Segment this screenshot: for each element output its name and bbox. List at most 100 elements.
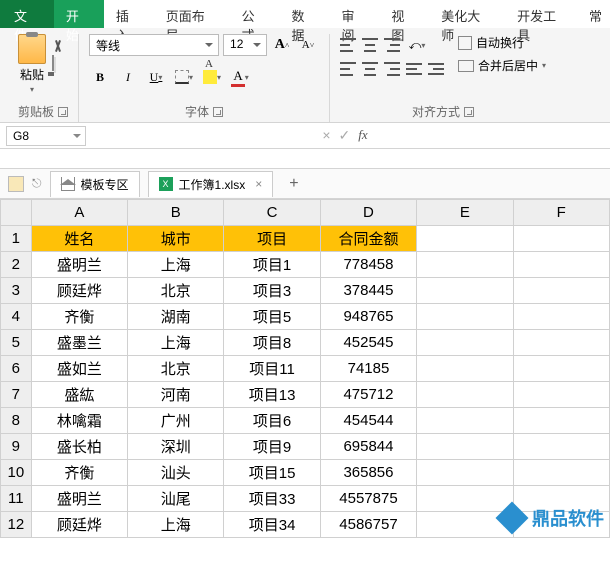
font-size-select[interactable]: 12 — [223, 34, 267, 56]
font-name-select[interactable]: 等线 — [89, 34, 219, 56]
cell[interactable]: 项目3 — [224, 278, 320, 304]
formula-input[interactable] — [376, 134, 610, 138]
cell[interactable]: 上海 — [128, 512, 224, 538]
cell[interactable] — [513, 252, 609, 278]
cell[interactable]: 盛墨兰 — [31, 330, 127, 356]
cell[interactable]: 项目6 — [224, 408, 320, 434]
font-color-icon[interactable]: A▾ — [229, 66, 251, 88]
cell[interactable]: 深圳 — [128, 434, 224, 460]
cell[interactable] — [513, 304, 609, 330]
tab-overflow[interactable]: 常 — [581, 0, 610, 28]
wrap-text-button[interactable]: 自动换行 — [458, 34, 546, 51]
cell[interactable]: 452545 — [320, 330, 416, 356]
cell[interactable]: 湖南 — [128, 304, 224, 330]
shrink-font-icon[interactable]: A˅ — [297, 34, 319, 56]
border-icon[interactable]: ▾ — [173, 66, 195, 88]
cell[interactable]: 盛如兰 — [31, 356, 127, 382]
row-header[interactable]: 3 — [1, 278, 32, 304]
col-header[interactable]: D — [320, 200, 416, 226]
valign-top-icon[interactable] — [340, 38, 356, 52]
col-header[interactable]: B — [128, 200, 224, 226]
tab-dev[interactable]: 开发工具 — [505, 0, 581, 28]
valign-middle-icon[interactable] — [362, 38, 378, 52]
cell[interactable]: 项目15 — [224, 460, 320, 486]
cell[interactable] — [417, 460, 513, 486]
cell[interactable]: 778458 — [320, 252, 416, 278]
cell[interactable]: 合同金额 — [320, 226, 416, 252]
tab-insert[interactable]: 插入 — [104, 0, 154, 28]
fill-color-icon[interactable]: ▾ — [201, 66, 223, 88]
col-header[interactable]: C — [224, 200, 320, 226]
cell[interactable] — [417, 512, 513, 538]
col-header[interactable]: A — [31, 200, 127, 226]
cell[interactable] — [417, 278, 513, 304]
cell[interactable] — [513, 408, 609, 434]
row-header[interactable]: 5 — [1, 330, 32, 356]
tab-formula[interactable]: 公式 — [230, 0, 280, 28]
cell[interactable] — [513, 330, 609, 356]
col-header[interactable]: E — [417, 200, 513, 226]
align-right-icon[interactable] — [384, 62, 400, 76]
grow-font-icon[interactable]: A˄ — [271, 34, 293, 56]
cell[interactable]: 74185 — [320, 356, 416, 382]
accept-formula-icon[interactable]: ✓ — [339, 127, 351, 144]
cell[interactable]: 475712 — [320, 382, 416, 408]
cell[interactable]: 365856 — [320, 460, 416, 486]
cell[interactable] — [417, 330, 513, 356]
dialog-launcher-icon[interactable] — [58, 107, 68, 117]
cell[interactable]: 姓名 — [31, 226, 127, 252]
cell[interactable]: 项目5 — [224, 304, 320, 330]
row-header[interactable]: 2 — [1, 252, 32, 278]
tab-workbook1[interactable]: X 工作簿1.xlsx × — [148, 171, 274, 197]
tab-beautify[interactable]: 美化大师 — [429, 0, 505, 28]
cell[interactable]: 城市 — [128, 226, 224, 252]
increase-indent-icon[interactable] — [428, 62, 444, 76]
align-center-icon[interactable] — [362, 62, 378, 76]
cell[interactable]: 695844 — [320, 434, 416, 460]
cell[interactable] — [417, 226, 513, 252]
merge-center-button[interactable]: 合并后居中▾ — [458, 57, 546, 74]
cell[interactable]: 齐衡 — [31, 304, 127, 330]
cell[interactable]: 北京 — [128, 278, 224, 304]
cell[interactable]: 项目 — [224, 226, 320, 252]
cell[interactable]: 378445 — [320, 278, 416, 304]
cut-icon[interactable] — [50, 38, 66, 54]
tab-home[interactable]: 开始 — [54, 0, 104, 28]
cell[interactable]: 项目13 — [224, 382, 320, 408]
cell[interactable]: 汕尾 — [128, 486, 224, 512]
paste-label[interactable]: 粘贴 — [20, 66, 44, 83]
cell[interactable]: 广州 — [128, 408, 224, 434]
underline-button[interactable]: U▾ — [145, 66, 167, 88]
row-header[interactable]: 1 — [1, 226, 32, 252]
cell[interactable]: 项目11 — [224, 356, 320, 382]
col-header[interactable]: F — [513, 200, 609, 226]
open-folder-icon[interactable]: ⎋ — [32, 176, 42, 191]
tab-file[interactable]: 文件 — [0, 0, 54, 28]
fx-icon[interactable]: fx — [358, 127, 367, 144]
cancel-formula-icon[interactable]: × — [322, 127, 330, 144]
cell[interactable]: 林噙霜 — [31, 408, 127, 434]
chevron-down-icon[interactable]: ▾ — [30, 85, 34, 94]
row-header[interactable]: 4 — [1, 304, 32, 330]
copy-icon[interactable] — [52, 55, 54, 71]
cell[interactable] — [513, 226, 609, 252]
cell[interactable]: 河南 — [128, 382, 224, 408]
close-tab-icon[interactable]: × — [255, 177, 262, 191]
dialog-launcher-icon[interactable] — [213, 107, 223, 117]
cell[interactable] — [513, 460, 609, 486]
orientation-icon[interactable]: ⤺▾ — [406, 34, 428, 56]
row-header[interactable]: 8 — [1, 408, 32, 434]
cell[interactable]: 项目9 — [224, 434, 320, 460]
new-doc-icon[interactable] — [8, 176, 24, 192]
italic-button[interactable]: I — [117, 66, 139, 88]
cell[interactable]: 项目1 — [224, 252, 320, 278]
sheet-grid[interactable]: A B C D E F 1 姓名 城市 项目 合同金额 2盛明兰上海项目1778… — [0, 199, 610, 538]
cell[interactable]: 4586757 — [320, 512, 416, 538]
name-box[interactable]: G8 — [6, 126, 86, 146]
cell[interactable]: 北京 — [128, 356, 224, 382]
cell[interactable] — [417, 382, 513, 408]
row-header[interactable]: 12 — [1, 512, 32, 538]
valign-bottom-icon[interactable] — [384, 38, 400, 52]
cell[interactable]: 项目33 — [224, 486, 320, 512]
cell[interactable] — [417, 434, 513, 460]
